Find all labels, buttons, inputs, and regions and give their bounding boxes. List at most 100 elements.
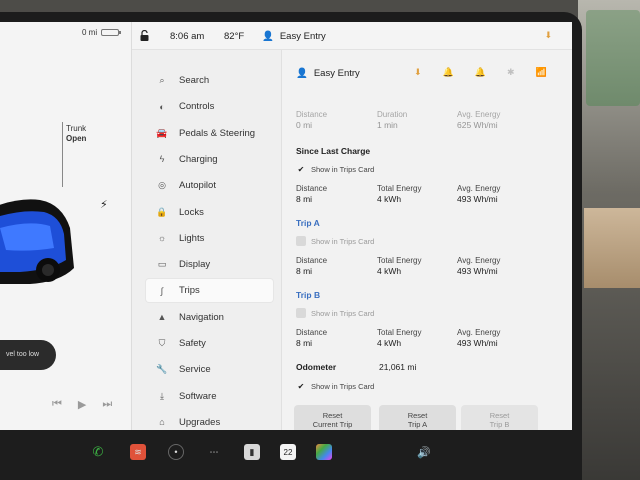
trunk-status[interactable]: Trunk Open [66,124,86,144]
app-dock: ✆ ≋ • ⋯ ▮ 22 🔊 [0,430,582,480]
odometer-label: Odometer [296,362,337,372]
nav-item-label: Service [179,364,211,376]
battery-icon [101,29,122,36]
nav-item-controls[interactable]: ◐ Controls [146,95,273,118]
arcade-icon[interactable] [316,444,332,460]
nav-item-pedals-steering[interactable]: 🚘 Pedals & Steering [146,122,273,145]
trip-a-distance-label: Distance [296,256,328,265]
next-track-icon[interactable]: ⏭ [102,398,112,411]
volume-icon[interactable]: 🔊 [416,444,432,460]
voice-icon[interactable]: ≋ [130,444,146,460]
reset-trip-a-button[interactable]: Reset Trip A [379,405,456,430]
range-text: 0 mi [82,28,98,37]
nav-item-autopilot[interactable]: ◎ Autopilot [146,174,273,197]
download-icon: ⤓ [160,390,164,401]
trip-b-distance: 8 mi [296,338,313,348]
download-icon[interactable]: ⬇ [414,67,422,78]
odometer-value: 21,061 mi [379,362,417,372]
unlocked-icon[interactable] [140,30,149,41]
more-apps-icon[interactable]: ⋯ [206,444,222,460]
trip-b-avg-energy-label: Avg. Energy [457,328,501,337]
nav-item-label: Software [179,390,217,402]
reset-current-trip-button[interactable]: Reset Current Trip [294,405,371,430]
nav-item-locks[interactable]: 🔒 Locks [146,201,273,224]
previous-track-icon[interactable]: ⏮ [52,398,62,411]
search-icon: ⌕ [159,75,165,85]
person-icon: 👤 [296,68,308,79]
nav-item-label: Controls [179,101,215,113]
nav-item-safety[interactable]: ⛉ Safety [146,332,273,355]
nav-item-label: Autopilot [179,180,216,192]
download-icon[interactable]: ⬇ [544,30,552,41]
toybox-icon[interactable]: ▮ [244,444,260,460]
trip-b-title: Trip B [296,290,321,300]
trunk-state: Open [66,134,87,143]
since-last-charge-title: Since Last Charge [296,146,371,156]
bluetooth-icon[interactable]: ✱ [507,67,515,78]
current-duration: 1 min [377,120,398,130]
play-icon[interactable]: ▶ [78,398,86,411]
car-icon: 🚘 [156,127,168,138]
notification-bell-icon[interactable]: 🔔 [475,67,486,78]
content-profile[interactable]: 👤 Easy Entry [296,68,360,79]
trip-a-total-energy-label: Total Energy [377,256,422,265]
calendar-icon[interactable]: 22 [280,444,296,460]
content-status-icons: ⬇ 🔔 🔔 ✱ 📶 [414,67,547,78]
odometer-show-checkbox[interactable]: ✔ Show in Trips Card [296,381,375,391]
status-bar: 8:06 am 82°F 👤 Easy Entry ⬇ [132,22,572,50]
signal-icon: 📶 [535,67,547,77]
checkbox-empty-icon [296,308,306,318]
person-icon: 👤 [262,31,274,42]
bolt-icon: ϟ [159,154,165,165]
since-last-charge-show-label: Show in Trips Card [311,164,375,174]
camera-icon[interactable]: • [168,444,184,460]
settings-nav: ⌕ Search ◐ Controls 🚘 Pedals & Steering ϟ Charg… [132,50,282,430]
nav-item-display[interactable]: ▭ Display [146,253,273,276]
slc-total-energy-label: Total Energy [377,184,422,193]
charging-bolt-icon: ⚡ [100,199,108,211]
trip-b-avg-energy: 493 Wh/mi [457,338,498,348]
driver-profile[interactable]: 👤 Easy Entry [262,31,326,42]
nav-item-label: Locks [179,206,204,218]
trips-icon: ∫ [160,285,164,296]
nav-item-trips[interactable]: ∫ Trips [146,279,273,303]
nav-item-charging[interactable]: ϟ Charging [146,148,273,171]
alert-pill[interactable]: vel too low [0,340,56,370]
range-indicator: 0 mi [82,28,122,37]
nav-item-upgrades[interactable]: ⌂ Upgrades [146,411,273,430]
alert-text: vel too low [6,351,40,358]
alarm-bell-icon[interactable]: 🔔 [443,67,454,78]
nav-item-software[interactable]: ⤓ Software [146,385,273,408]
slc-avg-energy-label: Avg. Energy [457,184,501,193]
car-model [0,199,74,284]
toggle-icon: ◐ [159,101,165,112]
slc-distance-label: Distance [296,184,328,193]
phone-icon[interactable]: ✆ [90,444,106,460]
sun-icon: ☼ [157,233,167,244]
odometer-show-label: Show in Trips Card [311,381,375,391]
media-controls: ⏮ ▶ ⏭ [52,398,112,411]
clock: 8:06 am [170,31,205,42]
trip-a-total-energy: 4 kWh [377,266,402,276]
car-visualization-panel: 0 mi Trunk Open ⚡ vel too low ⏮ ▶ ⏭ [0,22,132,430]
nav-item-lights[interactable]: ☼ Lights [146,227,273,250]
current-duration-label: Duration [377,110,408,119]
nav-item-label: Search [179,75,210,86]
nav-item-service[interactable]: 🔧 Service [146,358,273,381]
current-energy: 625 Wh/mi [457,120,498,130]
outside-temperature: 82°F [224,31,245,42]
slc-distance: 8 mi [296,194,313,204]
slc-avg-energy: 493 Wh/mi [457,194,498,204]
dash-trim [584,208,640,288]
trip-a-show-checkbox[interactable]: Show in Trips Card [296,236,374,246]
touchscreen: 0 mi Trunk Open ⚡ vel too low ⏮ ▶ ⏭ 8:06… [0,22,572,430]
content-profile-name: Easy Entry [313,68,360,79]
nav-item-search[interactable]: ⌕ Search [146,69,273,92]
nav-item-label: Pedals & Steering [179,127,256,139]
reset-trip-b-button[interactable]: Reset Trip B [461,405,538,430]
trip-b-show-checkbox[interactable]: Show in Trips Card [296,308,374,318]
current-distance-label: Distance [296,110,328,119]
nav-item-navigation[interactable]: ▲ Navigation [146,306,273,329]
since-last-charge-show-checkbox[interactable]: ✔ Show in Trips Card [296,164,375,174]
trip-a-show-label: Show in Trips Card [311,236,375,246]
